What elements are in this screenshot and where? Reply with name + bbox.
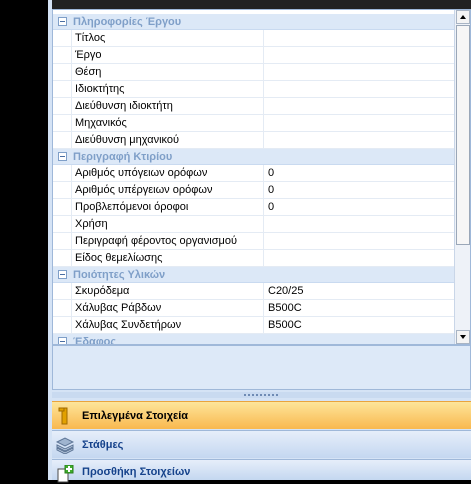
property-value[interactable]: [263, 64, 454, 80]
property-row[interactable]: Αριθμός υπόγειων ορόφων 0: [53, 165, 454, 182]
property-value[interactable]: [263, 233, 454, 249]
property-row[interactable]: Προβλεπόμενοι όροφοι 0: [53, 199, 454, 216]
property-value[interactable]: B500C: [263, 317, 454, 333]
scroll-down-button[interactable]: [456, 330, 470, 344]
nav-add-label: Προσθήκη Στοιχείων: [82, 466, 191, 478]
scroll-thumb[interactable]: [456, 25, 470, 245]
add-elements-icon: [57, 465, 74, 483]
property-row[interactable]: Ιδιοκτήτης: [53, 81, 454, 98]
property-value[interactable]: C20/25: [263, 283, 454, 299]
panel-top-border: [52, 0, 471, 9]
splitter-grip[interactable]: [244, 394, 280, 396]
nav-selected-label: Επιλεγμένα Στοιχεία: [82, 410, 189, 422]
scroll-up-button[interactable]: [456, 10, 470, 24]
collapse-toggle-icon[interactable]: [58, 270, 67, 279]
collapse-toggle-icon[interactable]: [58, 17, 67, 26]
property-name: Τίτλος: [71, 30, 263, 46]
property-name: Χάλυβας Ράβδων: [71, 300, 263, 316]
property-value[interactable]: [263, 132, 454, 148]
property-value[interactable]: [263, 216, 454, 232]
property-name: Σκυρόδεμα: [71, 283, 263, 299]
collapse-toggle-icon[interactable]: [58, 337, 67, 344]
nav-levels[interactable]: Στάθμες: [52, 430, 471, 458]
category-header[interactable]: Περιγραφή Κτιρίου: [53, 149, 454, 165]
property-name: Ιδιοκτήτης: [71, 81, 263, 97]
category-title: Πληροφορίες Έργου: [73, 16, 182, 28]
property-row[interactable]: Θέση: [53, 64, 454, 81]
panel-splitter[interactable]: [52, 392, 471, 398]
property-value[interactable]: [263, 30, 454, 46]
category-title: Ποιότητες Υλικών: [73, 269, 166, 281]
category-title: Έδαφος: [73, 336, 117, 345]
property-value[interactable]: [263, 47, 454, 63]
property-row[interactable]: Σκυρόδεμα C20/25: [53, 283, 454, 300]
property-name: Έργο: [71, 47, 263, 63]
property-row[interactable]: Διεύθυνση μηχανικού: [53, 132, 454, 149]
layers-icon: [56, 437, 74, 454]
property-name: Χρήση: [71, 216, 263, 232]
property-rows: Πληροφορίες Έργου Τίτλος Έργο Θέση Ιδιοκτήτη…: [53, 14, 454, 345]
property-name: Χάλυβας Συνδετήρων: [71, 317, 263, 333]
property-name: Είδος θεμελίωσης: [71, 250, 263, 266]
property-value[interactable]: B500C: [263, 300, 454, 316]
property-name: Περιγραφή φέροντος οργανισμού: [71, 233, 263, 249]
property-row[interactable]: Χάλυβας Ράβδων B500C: [53, 300, 454, 317]
property-name: Μηχανικός: [71, 115, 263, 131]
category-title: Περιγραφή Κτιρίου: [73, 151, 173, 163]
category-header[interactable]: Πληροφορίες Έργου: [53, 14, 454, 30]
property-value[interactable]: [263, 250, 454, 266]
category-header[interactable]: Ποιότητες Υλικών: [53, 267, 454, 283]
nav-levels-label: Στάθμες: [82, 439, 124, 451]
property-name: Αριθμός υπέργειων ορόφων: [71, 182, 263, 198]
property-value[interactable]: 0: [263, 182, 454, 198]
property-name: Διεύθυνση μηχανικού: [71, 132, 263, 148]
property-row[interactable]: Περιγραφή φέροντος οργανισμού: [53, 233, 454, 250]
property-grid: Πληροφορίες Έργου Τίτλος Έργο Θέση Ιδιοκτήτη…: [52, 9, 471, 345]
property-name: Προβλεπόμενοι όροφοι: [71, 199, 263, 215]
property-row[interactable]: Μηχανικός: [53, 115, 454, 132]
property-value[interactable]: 0: [263, 165, 454, 181]
property-row[interactable]: Χάλυβας Συνδετήρων B500C: [53, 317, 454, 334]
property-row[interactable]: Τίτλος: [53, 30, 454, 47]
property-value[interactable]: [263, 98, 454, 114]
property-name: Διεύθυνση ιδιοκτήτη: [71, 98, 263, 114]
property-name: Αριθμός υπόγειων ορόφων: [71, 165, 263, 181]
property-value[interactable]: [263, 81, 454, 97]
left-dark-area: [0, 0, 48, 480]
nav-selected-elements[interactable]: Επιλεγμένα Στοιχεία: [52, 401, 471, 429]
property-row[interactable]: Διεύθυνση ιδιοκτήτη: [53, 98, 454, 115]
collapse-toggle-icon[interactable]: [58, 152, 67, 161]
property-value[interactable]: [263, 115, 454, 131]
description-area: [52, 345, 471, 390]
property-row[interactable]: Έργο: [53, 47, 454, 64]
category-header[interactable]: Έδαφος: [53, 334, 454, 345]
property-row[interactable]: Χρήση: [53, 216, 454, 233]
nav-add-elements[interactable]: Προσθήκη Στοιχείων: [52, 459, 471, 483]
property-name: Θέση: [71, 64, 263, 80]
vertical-scrollbar[interactable]: [454, 10, 470, 344]
property-row[interactable]: Αριθμός υπέργειων ορόφων 0: [53, 182, 454, 199]
selected-elements-icon: [58, 407, 68, 425]
property-row[interactable]: Είδος θεμελίωσης: [53, 250, 454, 267]
property-value[interactable]: 0: [263, 199, 454, 215]
